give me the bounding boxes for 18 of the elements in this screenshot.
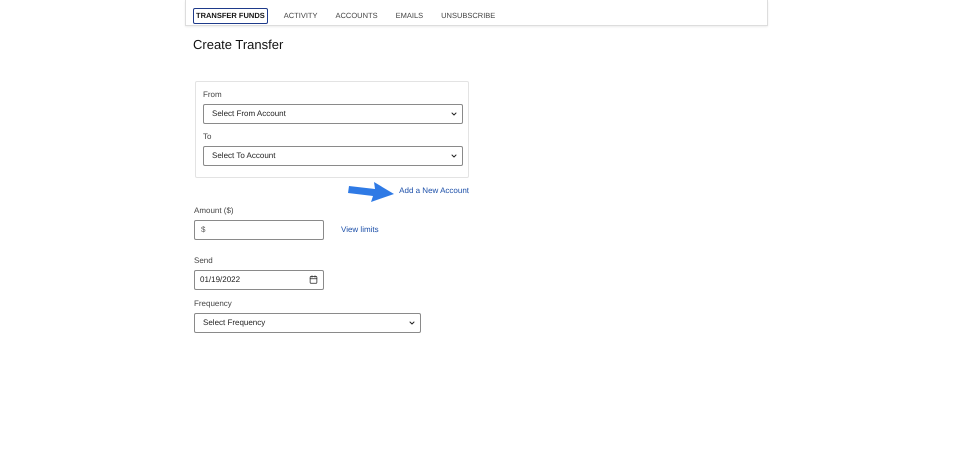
calendar-icon	[309, 275, 318, 284]
date-field[interactable]: 01/19/2022	[194, 270, 324, 290]
field-label: Send	[194, 254, 214, 266]
field-label: From	[203, 88, 223, 100]
chevron-icon	[450, 152, 458, 160]
field-label: To	[203, 130, 212, 142]
chevron-icon	[450, 110, 458, 118]
view-limits-link[interactable]: View limits	[341, 224, 379, 236]
page-title: Create Transfer	[193, 36, 284, 54]
field-label: Frequency	[194, 298, 233, 310]
add-account-link[interactable]: Add a New Account	[399, 184, 469, 196]
arrow-icon	[347, 180, 396, 202]
to-account-select[interactable]: Select To Account	[203, 146, 463, 166]
field-label: Amount ($)	[194, 204, 235, 216]
amount-field[interactable]: $	[194, 220, 324, 240]
chevron-icon	[408, 318, 416, 326]
frequency-select[interactable]: Select Frequency	[194, 312, 421, 332]
from-account-select[interactable]: Select From Account	[203, 104, 463, 124]
